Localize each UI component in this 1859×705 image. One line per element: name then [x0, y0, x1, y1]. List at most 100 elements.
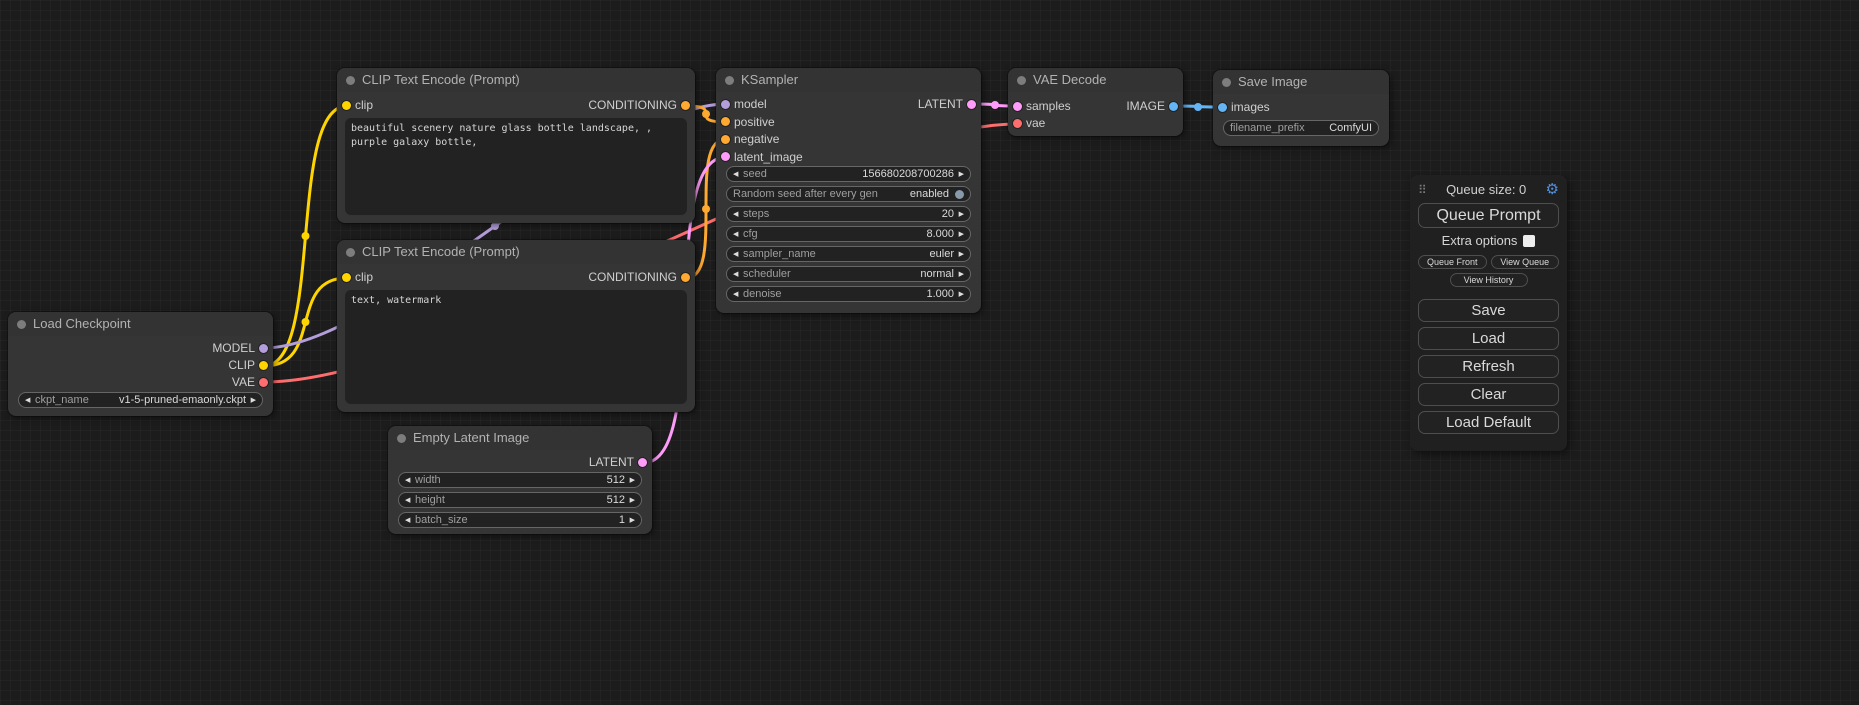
- decrement-arrow-icon[interactable]: ◀: [733, 210, 743, 218]
- widget-scheduler[interactable]: ◀ scheduler normal ▶: [726, 266, 971, 282]
- widget-batch-size[interactable]: ◀ batch_size 1 ▶: [398, 512, 642, 528]
- input-slot-negative[interactable]: [721, 135, 730, 144]
- collapse-dot-icon[interactable]: [397, 434, 406, 443]
- node-empty-latent-image[interactable]: Empty Latent Image LATENT ◀ width 512 ▶ …: [388, 426, 652, 534]
- input-slot-clip[interactable]: [342, 273, 351, 282]
- node-title: Empty Latent Image: [413, 430, 529, 445]
- node-clip-text-encode-negative[interactable]: CLIP Text Encode (Prompt) clip CONDITION…: [337, 240, 695, 412]
- node-vae-decode[interactable]: VAE Decode samples vae IMAGE: [1008, 68, 1183, 136]
- input-slot-samples[interactable]: [1013, 102, 1022, 111]
- node-title-bar[interactable]: CLIP Text Encode (Prompt): [337, 68, 695, 92]
- node-ksampler[interactable]: KSampler model positive negative latent_…: [716, 68, 981, 313]
- widget-filename-prefix[interactable]: filename_prefix ComfyUI: [1223, 120, 1379, 136]
- node-title-bar[interactable]: Save Image: [1213, 70, 1389, 94]
- node-clip-text-encode-positive[interactable]: CLIP Text Encode (Prompt) clip CONDITION…: [337, 68, 695, 223]
- prompt-text-area[interactable]: text, watermark: [345, 290, 687, 404]
- output-slot-latent[interactable]: [967, 100, 976, 109]
- widget-random-seed-toggle[interactable]: Random seed after every gen enabled: [726, 186, 971, 202]
- node-title-bar[interactable]: Load Checkpoint: [8, 312, 273, 336]
- decrement-arrow-icon[interactable]: ◀: [405, 476, 415, 484]
- decrement-arrow-icon[interactable]: ◀: [733, 230, 743, 238]
- input-slot-model[interactable]: [721, 100, 730, 109]
- node-title: KSampler: [741, 72, 798, 87]
- toggle-knob-icon[interactable]: [955, 190, 964, 199]
- collapse-dot-icon[interactable]: [1017, 76, 1026, 85]
- decrement-arrow-icon[interactable]: ◀: [733, 290, 743, 298]
- collapse-dot-icon[interactable]: [17, 320, 26, 329]
- decrement-arrow-icon[interactable]: ◀: [733, 270, 743, 278]
- save-button[interactable]: Save: [1418, 299, 1559, 322]
- widget-height[interactable]: ◀ height 512 ▶: [398, 492, 642, 508]
- node-title-bar[interactable]: KSampler: [716, 68, 981, 92]
- graph-canvas[interactable]: Load Checkpoint MODEL CLIP VAE ◀ ckpt_na…: [0, 0, 1859, 705]
- node-title-bar[interactable]: Empty Latent Image: [388, 426, 652, 450]
- increment-arrow-icon[interactable]: ▶: [954, 250, 964, 258]
- increment-arrow-icon[interactable]: ▶: [625, 476, 635, 484]
- node-title-bar[interactable]: VAE Decode: [1008, 68, 1183, 92]
- collapse-dot-icon[interactable]: [725, 76, 734, 85]
- next-value-arrow-icon[interactable]: ▶: [246, 396, 256, 404]
- increment-arrow-icon[interactable]: ▶: [625, 516, 635, 524]
- collapse-dot-icon[interactable]: [346, 248, 355, 257]
- node-save-image[interactable]: Save Image images filename_prefix ComfyU…: [1213, 70, 1389, 146]
- input-slot-latent-image[interactable]: [721, 152, 730, 161]
- load-default-button[interactable]: Load Default: [1418, 411, 1559, 434]
- link-midpoint-dot[interactable]: [491, 222, 499, 230]
- settings-gear-icon[interactable]: ⚙: [1546, 182, 1559, 197]
- node-title: CLIP Text Encode (Prompt): [362, 244, 520, 259]
- link-midpoint-dot[interactable]: [991, 101, 999, 109]
- prompt-text-area[interactable]: beautiful scenery nature glass bottle la…: [345, 118, 687, 215]
- widget-sampler-name[interactable]: ◀ sampler_name euler ▶: [726, 246, 971, 262]
- queue-size-label: Queue size: 0: [1427, 182, 1546, 197]
- link-midpoint-dot[interactable]: [702, 110, 710, 118]
- widget-width[interactable]: ◀ width 512 ▶: [398, 472, 642, 488]
- clear-button[interactable]: Clear: [1418, 383, 1559, 406]
- output-slot-image[interactable]: [1169, 102, 1178, 111]
- collapse-dot-icon[interactable]: [346, 76, 355, 85]
- view-history-button[interactable]: View History: [1450, 273, 1528, 287]
- load-button[interactable]: Load: [1418, 327, 1559, 350]
- input-slot-vae[interactable]: [1013, 119, 1022, 128]
- collapse-dot-icon[interactable]: [1222, 78, 1231, 87]
- output-slot-conditioning[interactable]: [681, 273, 690, 282]
- input-slot-clip[interactable]: [342, 101, 351, 110]
- output-slot-vae[interactable]: [259, 378, 268, 387]
- output-slot-conditioning[interactable]: [681, 101, 690, 110]
- decrement-arrow-icon[interactable]: ◀: [733, 250, 743, 258]
- input-label-negative: negative: [734, 131, 779, 148]
- increment-arrow-icon[interactable]: ▶: [954, 230, 964, 238]
- increment-arrow-icon[interactable]: ▶: [954, 270, 964, 278]
- input-slot-images[interactable]: [1218, 103, 1227, 112]
- output-slot-model[interactable]: [259, 344, 268, 353]
- increment-arrow-icon[interactable]: ▶: [954, 210, 964, 218]
- decrement-arrow-icon[interactable]: ◀: [405, 516, 415, 524]
- link-midpoint-dot[interactable]: [302, 232, 310, 240]
- widget-steps[interactable]: ◀ steps 20 ▶: [726, 206, 971, 222]
- view-queue-button[interactable]: View Queue: [1491, 255, 1560, 269]
- link-midpoint-dot[interactable]: [1194, 103, 1202, 111]
- extra-options-checkbox[interactable]: [1523, 235, 1535, 247]
- prev-value-arrow-icon[interactable]: ◀: [25, 396, 35, 404]
- input-label-vae: vae: [1026, 115, 1045, 132]
- input-label-latent-image: latent_image: [734, 149, 803, 166]
- increment-arrow-icon[interactable]: ▶: [954, 170, 964, 178]
- decrement-arrow-icon[interactable]: ◀: [405, 496, 415, 504]
- widget-ckpt-name[interactable]: ◀ ckpt_name v1-5-pruned-emaonly.ckpt ▶: [18, 392, 263, 408]
- increment-arrow-icon[interactable]: ▶: [954, 290, 964, 298]
- widget-seed[interactable]: ◀ seed 156680208700286 ▶: [726, 166, 971, 182]
- link-midpoint-dot[interactable]: [302, 318, 310, 326]
- queue-front-button[interactable]: Queue Front: [1418, 255, 1487, 269]
- menu-drag-handle-icon[interactable]: ⠿: [1418, 183, 1427, 197]
- queue-prompt-button[interactable]: Queue Prompt: [1418, 203, 1559, 228]
- node-load-checkpoint[interactable]: Load Checkpoint MODEL CLIP VAE ◀ ckpt_na…: [8, 312, 273, 416]
- link-midpoint-dot[interactable]: [702, 205, 710, 213]
- node-title-bar[interactable]: CLIP Text Encode (Prompt): [337, 240, 695, 264]
- decrement-arrow-icon[interactable]: ◀: [733, 170, 743, 178]
- input-slot-positive[interactable]: [721, 117, 730, 126]
- output-slot-latent[interactable]: [638, 458, 647, 467]
- increment-arrow-icon[interactable]: ▶: [625, 496, 635, 504]
- widget-cfg[interactable]: ◀ cfg 8.000 ▶: [726, 226, 971, 242]
- widget-denoise[interactable]: ◀ denoise 1.000 ▶: [726, 286, 971, 302]
- refresh-button[interactable]: Refresh: [1418, 355, 1559, 378]
- output-slot-clip[interactable]: [259, 361, 268, 370]
